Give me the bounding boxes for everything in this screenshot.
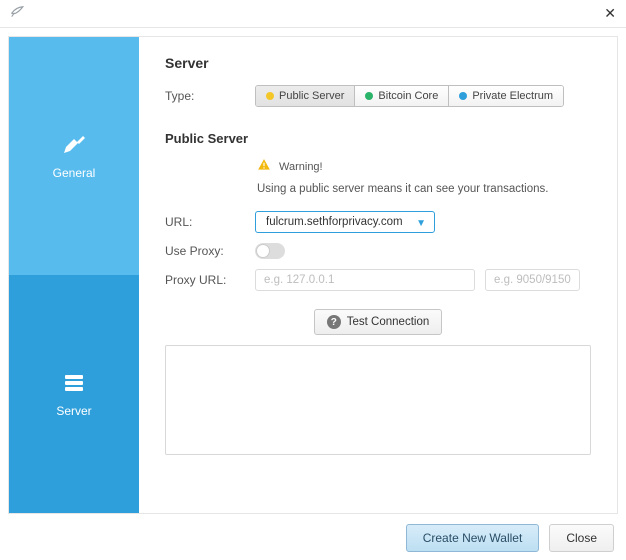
- server-type-segmented: Public Server Bitcoin Core Private Elect…: [255, 85, 564, 107]
- preferences-window: ✕ General Server Server Type:: [0, 0, 626, 560]
- main-panel: Server Type: Public Server Bitcoin Core …: [139, 37, 617, 513]
- server-type-label: Public Server: [279, 90, 344, 102]
- warning-icon: [257, 158, 271, 175]
- tools-icon: [62, 133, 86, 166]
- warning-message: Using a public server means it can see y…: [257, 183, 591, 195]
- proxy-url-label: Proxy URL:: [165, 273, 255, 287]
- footer: Create New Wallet Close: [0, 516, 626, 560]
- dialog-body: General Server Server Type: Public Serve…: [8, 36, 618, 514]
- url-value: fulcrum.sethforprivacy.com: [266, 216, 403, 228]
- use-proxy-label: Use Proxy:: [165, 244, 255, 258]
- warning-line: Warning!: [257, 158, 591, 175]
- sidebar-item-label: Server: [56, 404, 91, 418]
- test-connection-label: Test Connection: [347, 316, 429, 328]
- close-button[interactable]: Close: [549, 524, 614, 552]
- toggle-knob: [256, 244, 270, 258]
- server-icon: [62, 371, 86, 404]
- public-server-heading: Public Server: [165, 131, 591, 146]
- use-proxy-row: Use Proxy:: [165, 243, 591, 259]
- server-type-label: Bitcoin Core: [378, 90, 438, 102]
- server-type-public[interactable]: Public Server: [256, 86, 355, 106]
- sidebar-item-label: General: [53, 166, 96, 180]
- server-type-private-electrum[interactable]: Private Electrum: [449, 86, 563, 106]
- app-logo-icon: [10, 5, 24, 22]
- question-icon: ?: [327, 315, 341, 329]
- use-proxy-toggle[interactable]: [255, 243, 285, 259]
- url-row: URL: fulcrum.sethforprivacy.com ▼: [165, 211, 591, 233]
- sidebar: General Server: [9, 37, 139, 513]
- url-label: URL:: [165, 215, 255, 229]
- type-label: Type:: [165, 89, 255, 103]
- proxy-host-input[interactable]: [255, 269, 475, 291]
- test-connection-button[interactable]: ? Test Connection: [314, 309, 442, 335]
- server-type-label: Private Electrum: [472, 90, 553, 102]
- test-connection-row: ? Test Connection: [165, 309, 591, 335]
- proxy-url-row: Proxy URL:: [165, 269, 591, 291]
- close-icon[interactable]: ✕: [604, 5, 616, 22]
- warning-label: Warning!: [279, 161, 323, 173]
- url-select[interactable]: fulcrum.sethforprivacy.com ▼: [255, 211, 435, 233]
- private-dot-icon: [459, 92, 467, 100]
- core-dot-icon: [365, 92, 373, 100]
- create-new-wallet-button[interactable]: Create New Wallet: [406, 524, 540, 552]
- server-type-bitcoin-core[interactable]: Bitcoin Core: [355, 86, 449, 106]
- connection-log-box: [165, 345, 591, 455]
- server-heading: Server: [165, 55, 591, 71]
- server-type-row: Type: Public Server Bitcoin Core Private…: [165, 85, 591, 107]
- titlebar: ✕: [0, 0, 626, 28]
- sidebar-item-general[interactable]: General: [9, 37, 139, 275]
- sidebar-item-server[interactable]: Server: [9, 275, 139, 513]
- proxy-port-input[interactable]: [485, 269, 580, 291]
- public-dot-icon: [266, 92, 274, 100]
- chevron-down-icon: ▼: [416, 218, 426, 229]
